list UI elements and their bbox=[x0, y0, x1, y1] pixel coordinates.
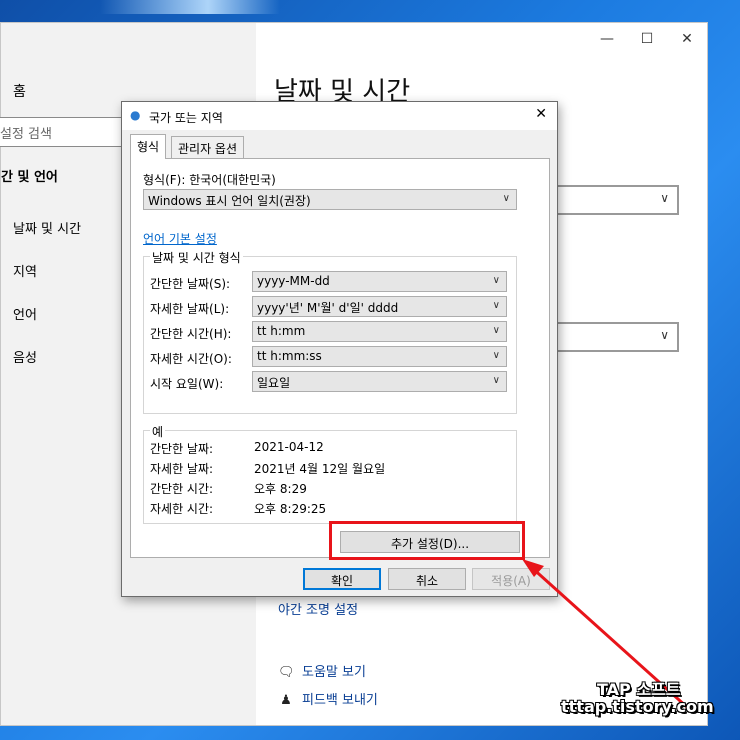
tab-format[interactable]: 형식 bbox=[130, 134, 167, 159]
pointer-arrow bbox=[522, 559, 690, 710]
watermark-url: tttap.tistory.com bbox=[561, 697, 714, 716]
